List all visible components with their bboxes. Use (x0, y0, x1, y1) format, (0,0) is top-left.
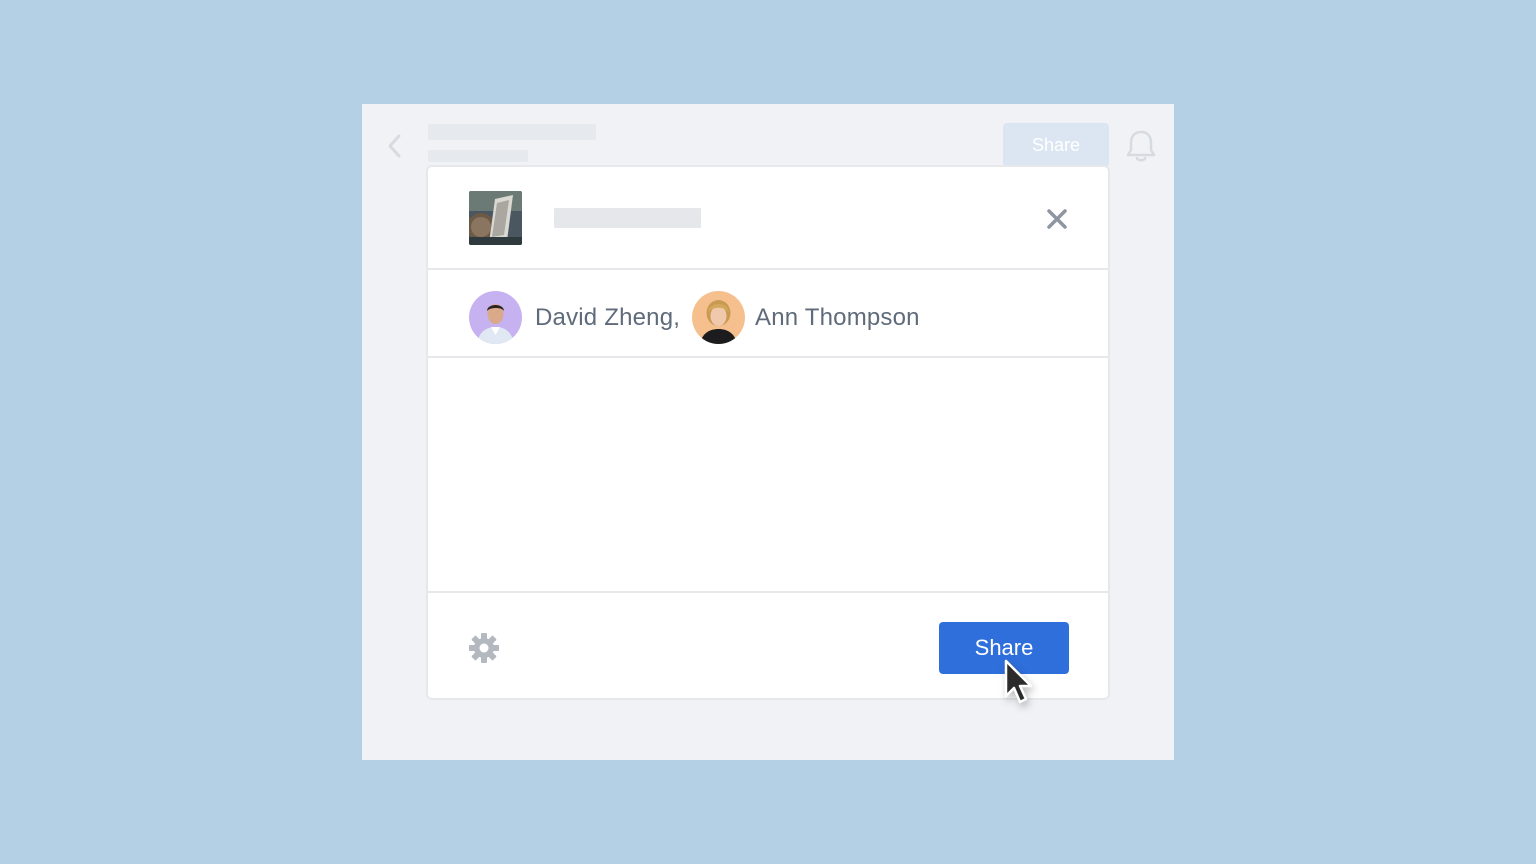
close-icon[interactable] (1045, 207, 1069, 231)
file-thumbnail (469, 191, 522, 245)
recipients-field[interactable]: David Zheng, Ann Thompson (428, 270, 1108, 358)
title-placeholder (428, 124, 596, 140)
message-textarea[interactable] (428, 360, 1108, 593)
dialog-footer: Share (428, 595, 1108, 698)
gear-icon[interactable] (468, 632, 500, 664)
chevron-left-icon[interactable] (384, 132, 406, 160)
share-button[interactable]: Share (939, 622, 1069, 674)
dialog-header (428, 167, 1108, 270)
avatar (692, 291, 745, 344)
filename-placeholder (554, 208, 701, 228)
share-dialog: David Zheng, Ann Thompson Share (426, 165, 1110, 700)
recipient-name: David Zheng, (535, 304, 681, 331)
header-share-button[interactable]: Share (1003, 123, 1109, 167)
recipient-name: Ann Thompson (755, 304, 920, 331)
subtitle-placeholder (428, 150, 528, 162)
avatar (469, 291, 522, 344)
bell-icon[interactable] (1124, 128, 1158, 164)
